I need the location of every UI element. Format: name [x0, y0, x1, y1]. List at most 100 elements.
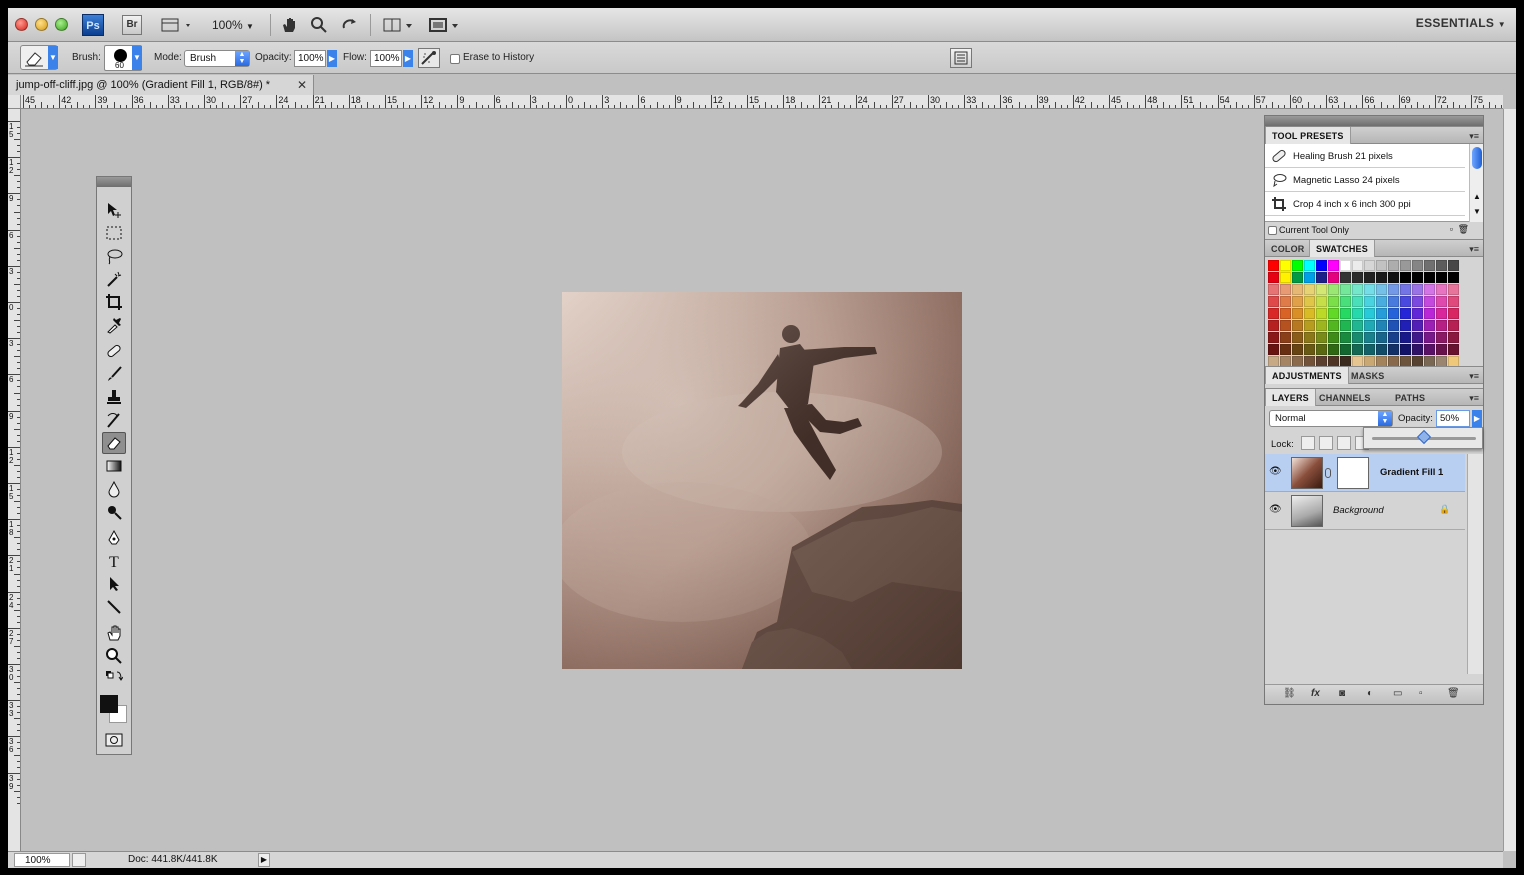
layer-opacity-slider-toggle[interactable]: ▶	[1472, 410, 1482, 427]
color-swatch[interactable]	[1376, 308, 1387, 319]
color-swatch[interactable]	[1400, 296, 1411, 307]
color-swatch[interactable]	[1400, 260, 1411, 271]
zoom-tool-button[interactable]	[310, 16, 328, 34]
color-swatch[interactable]	[1364, 272, 1375, 283]
color-swatch[interactable]	[1424, 332, 1435, 343]
adjustment-layer-icon[interactable]: ◐	[1367, 688, 1373, 699]
color-swatch[interactable]	[1400, 332, 1411, 343]
color-swatch[interactable]	[1268, 308, 1279, 319]
delete-preset-icon[interactable]: 🗑	[1458, 224, 1469, 235]
color-swatch[interactable]	[1280, 308, 1291, 319]
color-swatch[interactable]	[1388, 296, 1399, 307]
zoom-level-menu[interactable]: 100% ▼	[212, 16, 254, 34]
color-swatch[interactable]	[1388, 260, 1399, 271]
color-swatch[interactable]	[1280, 284, 1291, 295]
color-swatch[interactable]	[1436, 332, 1447, 343]
lock-image-pixels-button[interactable]	[1319, 436, 1333, 450]
color-swatch[interactable]	[1400, 284, 1411, 295]
color-swatch[interactable]	[1352, 296, 1363, 307]
color-swatch[interactable]	[1340, 260, 1351, 271]
panel-menu-icon[interactable]: ▾≡	[1469, 131, 1479, 142]
color-swatch[interactable]	[1376, 272, 1387, 283]
scroll-thumb[interactable]	[1472, 147, 1482, 169]
tab-layers[interactable]: LAYERS	[1265, 389, 1316, 406]
flow-slider-toggle[interactable]: ▶	[403, 50, 413, 67]
minimize-window-button[interactable]	[35, 18, 48, 31]
quick-mask-button[interactable]	[102, 729, 126, 751]
color-swatch[interactable]	[1328, 320, 1339, 331]
horizontal-ruler[interactable]: 45 42 39 36 33 30 27 24 21 18 15 12 9 6 3 0 3 6 9 12 15 18 21 2…	[21, 95, 1503, 109]
color-swatch[interactable]	[1376, 284, 1387, 295]
close-window-button[interactable]	[15, 18, 28, 31]
quick-selection-tool[interactable]	[102, 268, 126, 290]
color-swatch[interactable]	[1376, 332, 1387, 343]
color-swatch[interactable]	[1340, 332, 1351, 343]
layer-name[interactable]: Background	[1333, 505, 1384, 516]
color-swatch[interactable]	[1412, 260, 1423, 271]
color-swatch[interactable]	[1436, 296, 1447, 307]
color-swatch[interactable]	[1268, 320, 1279, 331]
layer-row-background[interactable]: 👁 Background 🔒	[1265, 492, 1465, 530]
zoom-window-button[interactable]	[55, 18, 68, 31]
type-tool[interactable]: T	[102, 550, 126, 572]
mode-select[interactable]: Brush ▲ ▼	[184, 50, 250, 67]
color-swatch[interactable]	[1292, 296, 1303, 307]
lock-transparent-pixels-button[interactable]	[1301, 436, 1315, 450]
layer-mask-thumbnail[interactable]	[1337, 457, 1369, 489]
color-swatch[interactable]	[1304, 272, 1315, 283]
color-swatch[interactable]	[1316, 332, 1327, 343]
color-swatch[interactable]	[1424, 308, 1435, 319]
opacity-slider-toggle[interactable]: ▶	[327, 50, 337, 67]
tool-preset-picker[interactable]: ▼	[20, 45, 58, 70]
color-swatch[interactable]	[1292, 332, 1303, 343]
color-swatch[interactable]	[1328, 260, 1339, 271]
visibility-eye-icon[interactable]: 👁	[1269, 504, 1283, 518]
tab-paths[interactable]: PATHS	[1389, 389, 1431, 406]
color-swatch[interactable]	[1316, 284, 1327, 295]
color-swatch[interactable]	[1316, 272, 1327, 283]
color-swatch[interactable]	[1328, 272, 1339, 283]
current-tool-only-checkbox[interactable]	[1268, 226, 1277, 235]
color-swatch[interactable]	[1388, 308, 1399, 319]
view-extras-button[interactable]	[160, 16, 194, 34]
color-swatch[interactable]	[1352, 260, 1363, 271]
dodge-tool[interactable]	[102, 501, 126, 523]
color-swatch[interactable]	[1448, 296, 1459, 307]
default-colors-button[interactable]	[102, 669, 126, 683]
document-image[interactable]	[562, 292, 962, 669]
preset-item-healing-brush[interactable]: Healing Brush 21 pixels	[1265, 144, 1465, 168]
crop-tool[interactable]	[102, 291, 126, 313]
lock-position-button[interactable]	[1337, 436, 1351, 450]
history-brush-tool[interactable]	[102, 409, 126, 431]
blend-mode-select[interactable]: Normal ▲ ▼	[1269, 410, 1393, 427]
color-swatch[interactable]	[1352, 284, 1363, 295]
color-swatch[interactable]	[1436, 308, 1447, 319]
brush-picker[interactable]: 60 ▼	[104, 45, 142, 71]
tab-adjustments[interactable]: ADJUSTMENTS	[1265, 367, 1349, 384]
color-swatch[interactable]	[1280, 320, 1291, 331]
workspace-switcher[interactable]: ESSENTIALS ▼	[1416, 16, 1506, 30]
color-swatch[interactable]	[1400, 308, 1411, 319]
color-swatch[interactable]	[1364, 296, 1375, 307]
zoom-tool[interactable]	[102, 645, 126, 667]
color-swatch[interactable]	[1340, 296, 1351, 307]
color-swatch[interactable]	[1280, 260, 1291, 271]
close-document-icon[interactable]: ✕	[297, 78, 307, 92]
new-group-icon[interactable]: ▭	[1393, 688, 1402, 699]
color-swatch[interactable]	[1424, 260, 1435, 271]
link-chain-icon[interactable]	[1325, 468, 1331, 478]
vertical-scrollbar[interactable]	[1503, 109, 1516, 851]
color-swatch[interactable]	[1352, 272, 1363, 283]
color-swatch[interactable]	[1352, 320, 1363, 331]
eraser-tool[interactable]	[102, 432, 126, 454]
tab-masks[interactable]: MASKS	[1345, 367, 1391, 384]
tools-panel-header[interactable]	[97, 177, 131, 187]
color-swatch[interactable]	[1304, 320, 1315, 331]
color-swatch[interactable]	[1448, 272, 1459, 283]
bridge-button[interactable]: Br	[122, 15, 142, 35]
brush-tool[interactable]	[102, 363, 126, 385]
preset-item-crop[interactable]: Crop 4 inch x 6 inch 300 ppi	[1265, 192, 1465, 216]
marquee-tool[interactable]	[102, 222, 126, 244]
panel-menu-icon[interactable]: ▾≡	[1469, 244, 1479, 255]
lasso-tool[interactable]	[102, 245, 126, 267]
